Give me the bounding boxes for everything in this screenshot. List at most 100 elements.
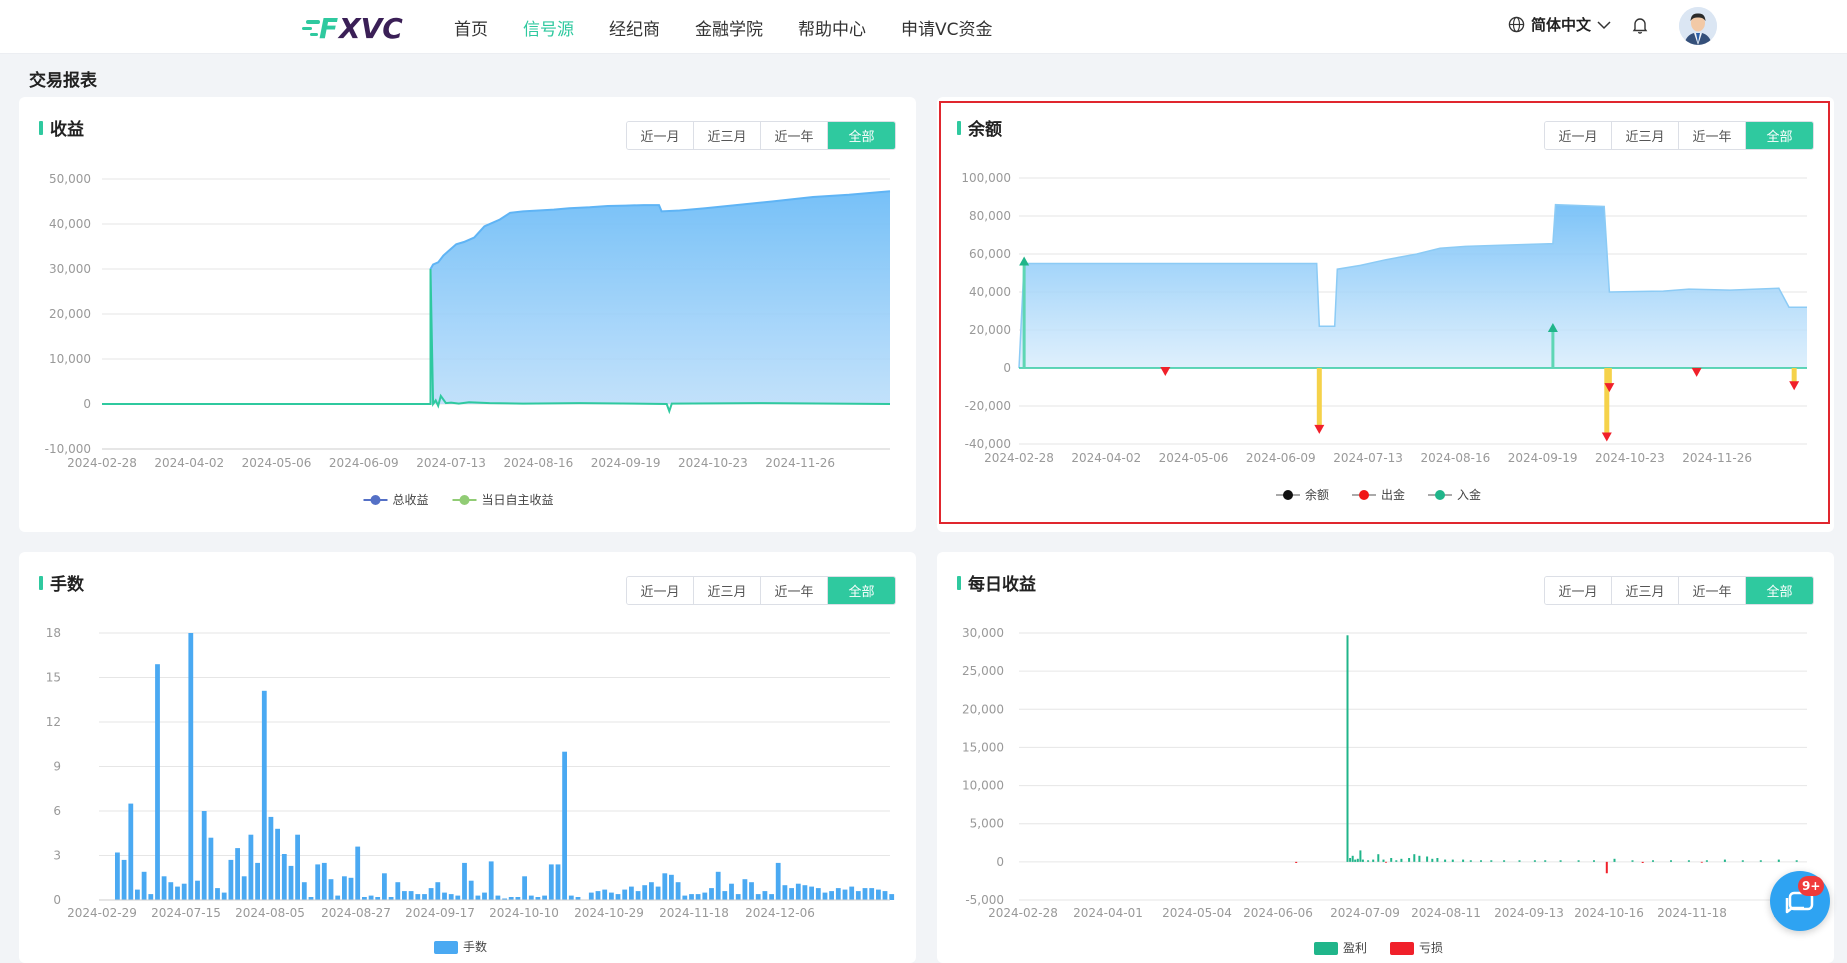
profit-bar: [1444, 859, 1447, 862]
income-chart-card: 收益 近一月 近三月 近一年 全部 50,000 40,000 30,000 20,000 1…: [19, 97, 916, 532]
lots-bar: [729, 883, 734, 900]
lots-bar: [642, 885, 648, 900]
lots-bar: [135, 889, 140, 900]
lots-bar: [315, 864, 321, 900]
y-tick-label: 50,000: [49, 172, 91, 186]
lots-bar: [695, 894, 701, 900]
x-tick-label: 2024-09-13: [1494, 906, 1564, 920]
lots-bar: [822, 892, 828, 900]
lots-bar: [268, 816, 274, 900]
y-tick-label: 18: [46, 626, 61, 640]
lots-bar: [155, 664, 160, 900]
x-tick-label: 2024-09-19: [1508, 451, 1578, 465]
lots-bar: [241, 876, 247, 900]
nav-item-4[interactable]: 帮助中心: [798, 15, 866, 40]
deposit-bar: [1551, 330, 1555, 368]
loss-bar: [1385, 861, 1387, 863]
lots-bar: [168, 882, 174, 900]
nav-item-1[interactable]: 信号源: [523, 15, 574, 40]
x-tick-label: 2024-02-28: [988, 906, 1058, 920]
lots-bar: [862, 888, 868, 900]
profit-bar: [1723, 859, 1726, 862]
y-tick-label: 10,000: [962, 779, 1004, 793]
withdrawal-bar: [1606, 368, 1612, 386]
lots-bar: [281, 854, 287, 900]
profit-bar: [1503, 860, 1506, 862]
x-tick-label: 2024-10-10: [489, 906, 559, 920]
chevron-down-icon: [1597, 20, 1611, 29]
y-tick-label: 30,000: [49, 262, 91, 276]
notification-bell-icon[interactable]: [1632, 16, 1648, 34]
legend-label: 总收益: [393, 493, 429, 507]
income-area-chart: 50,00040,00030,00020,00010,0000-10,00020…: [45, 172, 891, 507]
legend-label: 亏损: [1419, 941, 1443, 955]
y-tick-label: 40,000: [49, 217, 91, 231]
loss-bar: [1295, 861, 1298, 863]
fxvc-logo[interactable]: F XVC: [302, 8, 422, 44]
lots-bar: [175, 886, 180, 900]
lots-bar: [402, 891, 407, 900]
balance-chart-card: 余额 近一月 近三月 近一年 全部 100,000 80,000 60,000 40,000…: [937, 97, 1834, 532]
lots-bar: [121, 859, 127, 900]
nav-item-0[interactable]: 首页: [454, 15, 488, 40]
lots-bar: [588, 892, 594, 900]
withdrawal-marker: [1789, 381, 1800, 391]
lots-bar: [655, 886, 661, 900]
legend-dot-marker: [370, 495, 381, 505]
x-tick-label: 2024-05-04: [1162, 906, 1232, 920]
x-tick-label: 2024-10-23: [678, 456, 748, 470]
language-selector[interactable]: 简体中文: [1508, 14, 1617, 35]
profit-bar: [1705, 860, 1708, 862]
y-tick-label: 15,000: [962, 740, 1004, 754]
legend-label: 盈利: [1343, 941, 1367, 955]
x-tick-label: 2024-08-27: [321, 906, 391, 920]
lots-bar: [468, 880, 474, 900]
nav-item-5[interactable]: 申请VC资金: [901, 15, 993, 40]
lots-bar: [295, 834, 300, 900]
lots-bar: [221, 892, 227, 900]
x-tick-label: 2024-10-23: [1595, 451, 1665, 465]
lots-bar: [215, 888, 220, 900]
x-tick-label: 2024-06-09: [329, 456, 399, 470]
x-tick-label: 2024-09-17: [405, 906, 475, 920]
balance-area: [1019, 204, 1807, 368]
lots-bar: [475, 895, 481, 900]
lots-bar: [829, 891, 834, 900]
lots-bar: [855, 891, 861, 900]
daily-income-chart-card: 每日收益 近一月 近三月 近一年 全部 30,000 25,000 20,000 15,00…: [937, 552, 1834, 963]
language-label: 简体中文: [1531, 16, 1592, 34]
withdrawal-marker: [1691, 367, 1702, 377]
lots-bar: [548, 864, 554, 900]
profit-bar: [1613, 858, 1616, 862]
balance-line-chart: 100,000 80,000 60,000 40,000 20,000 0 -20,000 -…: [961, 171, 1807, 502]
withdrawal-marker: [1314, 424, 1325, 434]
x-tick-label: 2024-07-15: [151, 906, 221, 920]
lots-bar: [301, 882, 307, 900]
lots-bar: [228, 859, 234, 900]
profit-bar: [1777, 859, 1780, 862]
deposit-marker: [1019, 256, 1030, 266]
lots-bar: [869, 888, 875, 900]
nav-item-3[interactable]: 金融学院: [695, 15, 763, 40]
lots-bar: [422, 894, 427, 900]
lots-bar: [615, 894, 621, 900]
y-tick-label: 20,000: [969, 323, 1011, 337]
lots-bar: [562, 751, 567, 900]
x-tick-label: 2024-11-26: [1682, 451, 1752, 465]
profit-bar: [1356, 858, 1359, 862]
lots-bar: [662, 873, 668, 900]
lots-bar: [762, 891, 768, 900]
y-tick-label: 30,000: [962, 626, 1004, 640]
lots-bar: [542, 895, 547, 900]
user-avatar[interactable]: [1679, 7, 1717, 45]
y-tick-label: 0: [1003, 361, 1011, 375]
profit-bar: [1372, 859, 1375, 862]
profit-bar: [1631, 860, 1634, 862]
nav-item-2[interactable]: 经纪商: [609, 15, 660, 40]
y-tick-label: 3: [53, 849, 61, 863]
profit-bar: [1451, 859, 1454, 862]
x-tick-label: 2024-07-13: [1333, 451, 1403, 465]
profit-bar: [1354, 859, 1357, 862]
x-tick-label: 2024-10-29: [574, 906, 644, 920]
x-tick-label: 2024-12-06: [745, 906, 815, 920]
